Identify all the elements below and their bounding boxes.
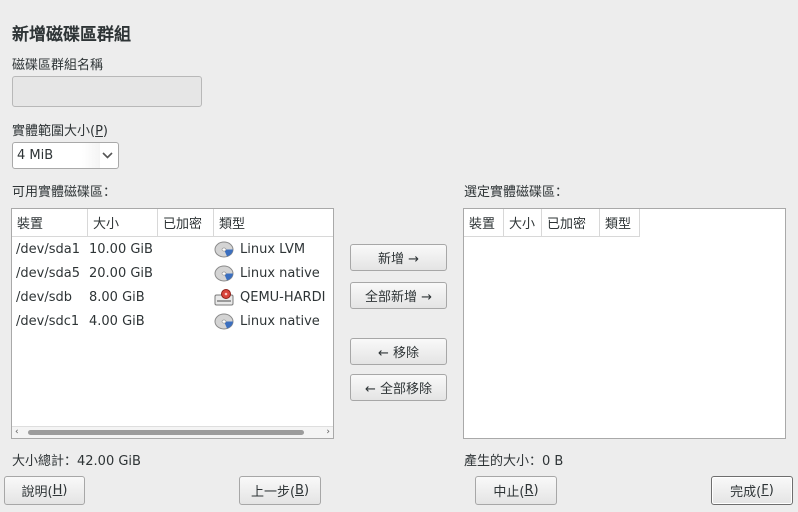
column-header-device[interactable]: 裝置 (12, 209, 88, 237)
device-cell: /dev/sdc1 (16, 314, 80, 329)
table-row[interactable]: /dev/sdc1 4.00 GiB Linux native (12, 310, 333, 334)
cancel-label-close: ) (533, 483, 539, 498)
column-header-size[interactable]: 大小 (504, 209, 542, 237)
scrollbar-thumb[interactable] (28, 430, 304, 435)
selected-pv-label: 選定實體磁碟區： (464, 185, 569, 200)
available-pv-table[interactable]: 裝置 大小 已加密 類型 /dev/sda1 10.00 GiB Linux LVM… (11, 208, 334, 439)
type-cell: QEMU-HARDI (240, 290, 326, 305)
column-header-encrypted[interactable]: 已加密 (542, 209, 600, 237)
column-header-encrypted[interactable]: 已加密 (158, 209, 214, 237)
extent-size-label-text: 實體範圍大小( (12, 124, 96, 139)
cancel-label: 中止( (493, 485, 525, 500)
help-label: 說明( (21, 485, 53, 500)
back-label: 上一步( (250, 485, 296, 500)
table-row[interactable]: /dev/sda1 10.00 GiB Linux LVM (12, 238, 333, 262)
type-cell: Linux native (240, 266, 320, 281)
disk-partition-icon (214, 313, 234, 330)
back-label-close: ) (303, 483, 310, 498)
remove-button[interactable]: ← 移除 (350, 338, 447, 365)
finish-label-close: ) (768, 483, 774, 498)
hard-drive-icon (214, 289, 234, 306)
device-cell: /dev/sda1 (16, 242, 80, 257)
finish-label: 完成( (730, 485, 762, 500)
cancel-button[interactable]: 中止(R) (475, 476, 557, 505)
available-pv-label: 可用實體磁碟區： (12, 185, 117, 200)
available-total-size: 大小總計：42.00 GiB (12, 454, 141, 469)
size-cell: 4.00 GiB (89, 314, 145, 329)
type-cell: Linux native (240, 314, 320, 329)
extent-size-value: 4 MiB (17, 148, 54, 163)
combo-separator (82, 143, 100, 168)
size-cell: 10.00 GiB (89, 242, 153, 257)
add-button[interactable]: 新增 → (350, 244, 447, 271)
column-header-type[interactable]: 類型 (214, 209, 333, 237)
help-mnemonic: H (52, 483, 63, 498)
extent-size-mnemonic: P (95, 124, 103, 139)
disk-partition-icon (214, 265, 234, 282)
device-cell: /dev/sdb (16, 290, 72, 305)
vg-name-label: 磁碟區群組名稱 (12, 58, 104, 73)
table-row[interactable]: /dev/sdb 8.00 GiB QEMU-HARDI (12, 286, 333, 310)
help-button[interactable]: 說明(H) (4, 476, 85, 505)
disk-partition-icon (214, 241, 234, 258)
column-header-device[interactable]: 裝置 (464, 209, 504, 237)
extent-size-select[interactable]: 4 MiB (12, 142, 119, 169)
scroll-left-icon[interactable]: ‹ (15, 427, 19, 437)
finish-mnemonic: F (761, 483, 769, 498)
back-button[interactable]: 上一步(B) (239, 476, 321, 505)
help-label-close: ) (62, 483, 68, 498)
size-cell: 20.00 GiB (89, 266, 153, 281)
extent-size-label: 實體範圍大小(P) (12, 120, 108, 139)
resulting-size: 產生的大小：0 B (464, 454, 564, 469)
column-header-type[interactable]: 類型 (600, 209, 640, 237)
scroll-right-icon[interactable]: › (326, 427, 330, 437)
extent-size-label-close: ) (102, 124, 108, 139)
chevron-down-icon[interactable] (100, 149, 114, 163)
horizontal-scrollbar[interactable]: ‹ › (12, 426, 333, 438)
size-cell: 8.00 GiB (89, 290, 145, 305)
column-header-size[interactable]: 大小 (88, 209, 158, 237)
remove-all-button[interactable]: ← 全部移除 (350, 374, 447, 401)
selected-pv-table[interactable]: 裝置 大小 已加密 類型 (463, 208, 786, 439)
back-mnemonic: B (295, 483, 304, 498)
vg-name-input[interactable] (12, 76, 202, 107)
cancel-mnemonic: R (524, 483, 534, 498)
add-all-button[interactable]: 全部新增 → (350, 282, 447, 309)
table-row[interactable]: /dev/sda5 20.00 GiB Linux native (12, 262, 333, 286)
type-cell: Linux LVM (240, 242, 306, 257)
finish-button[interactable]: 完成(F) (711, 476, 793, 505)
dialog-title: 新增磁碟區群組 (12, 25, 131, 45)
device-cell: /dev/sda5 (16, 266, 80, 281)
